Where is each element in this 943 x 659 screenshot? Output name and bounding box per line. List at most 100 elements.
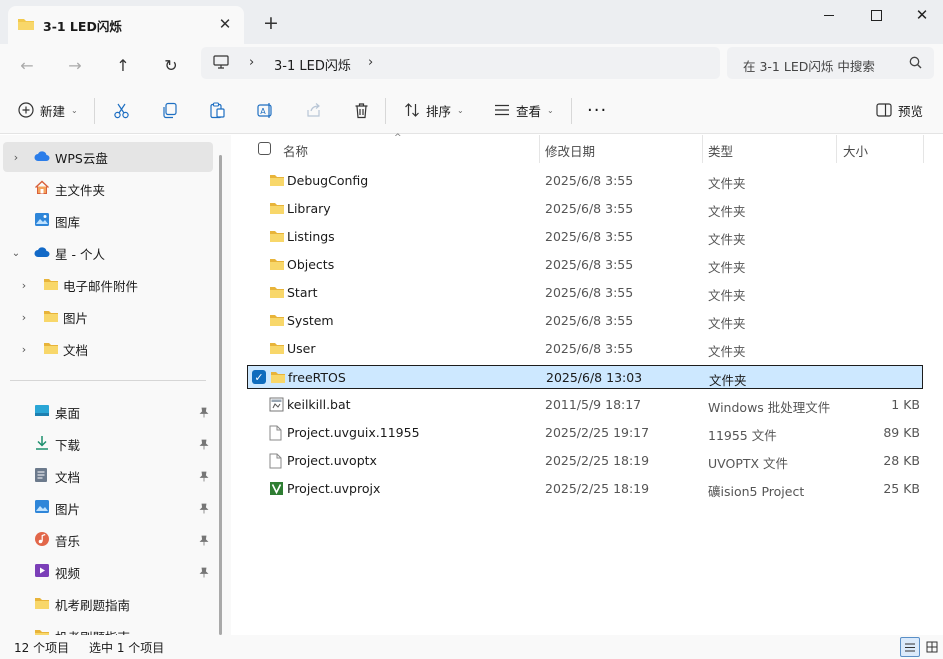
column-divider[interactable] xyxy=(923,135,924,163)
file-date: 2025/6/8 3:55 xyxy=(545,313,634,328)
column-divider[interactable] xyxy=(702,135,703,163)
search-input[interactable]: 在 3-1 LED闪烁 中搜索 xyxy=(727,47,934,79)
address-bar[interactable]: › 3-1 LED闪烁 › xyxy=(201,47,720,79)
folder-icon xyxy=(270,370,286,387)
chevron-right-icon[interactable]: › xyxy=(18,343,30,356)
pin-icon[interactable] xyxy=(199,438,209,453)
pin-icon[interactable] xyxy=(199,406,209,421)
sidebar-item-desktop[interactable]: 桌面 xyxy=(3,397,213,427)
refresh-button[interactable]: ↻ xyxy=(156,50,186,80)
pin-icon[interactable] xyxy=(199,566,209,581)
preview-pane-button[interactable]: 预览 xyxy=(876,96,923,124)
selection-count: 选中 1 个项目 xyxy=(89,641,165,655)
new-tab-button[interactable]: + xyxy=(259,11,283,35)
file-name: System xyxy=(287,313,334,328)
table-row[interactable]: DebugConfig 2025/6/8 3:55 文件夹 xyxy=(247,169,923,193)
cut-button[interactable] xyxy=(113,96,130,124)
table-row[interactable]: Project.uvoptx 2025/2/25 18:19 UVOPTX 文件 28… xyxy=(247,449,923,473)
delete-button[interactable] xyxy=(353,96,370,124)
sidebar-divider xyxy=(10,380,206,381)
view-button[interactable]: 查看 ⌄ xyxy=(494,96,554,124)
breadcrumb-item[interactable]: 3-1 LED闪烁 xyxy=(274,55,351,74)
new-button[interactable]: 新建 ⌄ xyxy=(18,96,78,124)
table-row[interactable]: System 2025/6/8 3:55 文件夹 xyxy=(247,309,923,333)
delete-icon xyxy=(355,102,368,118)
sidebar-item-pictures-folder[interactable]: › 图片 xyxy=(3,302,213,332)
table-row[interactable]: User 2025/6/8 3:55 文件夹 xyxy=(247,337,923,361)
sidebar-item-home[interactable]: 主文件夹 xyxy=(3,174,213,204)
keil-project-icon xyxy=(269,481,284,499)
table-row[interactable]: ✓ freeRTOS 2025/6/8 13:03 文件夹 xyxy=(247,365,923,389)
folder-icon xyxy=(43,309,59,326)
paste-button[interactable] xyxy=(209,96,226,124)
column-divider[interactable] xyxy=(539,135,540,163)
file-date: 2025/6/8 3:55 xyxy=(545,229,634,244)
rename-button[interactable]: A xyxy=(257,96,274,124)
table-row[interactable]: Project.uvprojx 2025/2/25 18:19 礦ision5 Pr… xyxy=(247,477,923,501)
file-size: 89 KB xyxy=(883,425,920,440)
chevron-down-icon: ⌄ xyxy=(547,105,554,115)
sidebar-item-onedrive-personal[interactable]: ⌄ 星 - 个人 xyxy=(3,238,213,268)
chevron-right-icon[interactable]: › xyxy=(18,279,30,292)
sort-button[interactable]: 排序 ⌄ xyxy=(404,96,464,124)
file-size: 28 KB xyxy=(883,453,920,468)
details-view-button[interactable] xyxy=(900,637,920,657)
table-row[interactable]: Listings 2025/6/8 3:55 文件夹 xyxy=(247,225,923,249)
pin-icon[interactable] xyxy=(199,534,209,549)
sidebar-item-exam-guide-2[interactable]: 机考刷题指南 xyxy=(3,621,213,635)
column-size[interactable]: 大小 xyxy=(843,141,868,160)
view-label: 查看 xyxy=(516,103,542,119)
column-type[interactable]: 类型 xyxy=(708,141,733,160)
tab-current-folder[interactable]: 3-1 LED闪烁 ✕ xyxy=(8,6,244,44)
table-row[interactable]: Start 2025/6/8 3:55 文件夹 xyxy=(247,281,923,305)
file-type: 文件夹 xyxy=(708,204,746,219)
table-row[interactable]: Objects 2025/6/8 3:55 文件夹 xyxy=(247,253,923,277)
share-button[interactable] xyxy=(305,96,322,124)
sidebar-item-documents-folder[interactable]: › 文档 xyxy=(3,334,213,364)
sidebar-item-wps-cloud[interactable]: › WPS云盘 xyxy=(3,142,213,172)
file-name: DebugConfig xyxy=(287,173,369,188)
sidebar-item-music[interactable]: 音乐 xyxy=(3,525,213,555)
close-window-button[interactable]: ✕ xyxy=(899,0,943,30)
up-button[interactable]: ↑ xyxy=(108,50,138,80)
minimize-button[interactable] xyxy=(806,0,852,30)
column-divider[interactable] xyxy=(836,135,837,163)
chevron-right-icon[interactable]: › xyxy=(10,151,22,164)
file-name: Start xyxy=(287,285,318,300)
more-button[interactable]: ··· xyxy=(587,96,607,124)
column-date[interactable]: 修改日期 xyxy=(545,141,595,160)
sidebar-item-downloads[interactable]: 下载 xyxy=(3,429,213,459)
file-date: 2025/6/8 3:55 xyxy=(545,173,634,188)
preview-pane-icon xyxy=(876,103,892,117)
chevron-right-icon[interactable]: › xyxy=(18,311,30,324)
pin-icon[interactable] xyxy=(199,502,209,517)
forward-button[interactable]: → xyxy=(60,50,90,80)
table-row[interactable]: Library 2025/6/8 3:55 文件夹 xyxy=(247,197,923,221)
maximize-button[interactable] xyxy=(853,0,899,30)
back-button[interactable]: ← xyxy=(12,50,42,80)
svg-text:A: A xyxy=(260,107,266,116)
sidebar-item-videos[interactable]: 视频 xyxy=(3,557,213,587)
table-row[interactable]: keilkill.bat 2011/5/9 18:17 Windows 批处理文件 1… xyxy=(247,393,923,417)
sidebar-item-label: 音乐 xyxy=(55,533,81,549)
select-all-checkbox[interactable] xyxy=(258,142,271,155)
sidebar-item-exam-guide[interactable]: 机考刷题指南 xyxy=(3,589,213,619)
folder-icon xyxy=(269,201,285,218)
row-checkbox[interactable]: ✓ xyxy=(252,370,266,384)
sort-ascending-icon: ^ xyxy=(394,133,402,143)
table-row[interactable]: Project.uvguix.11955 2025/2/25 19:17 11955… xyxy=(247,421,923,445)
sidebar-item-email-attachments[interactable]: › 电子邮件附件 xyxy=(3,270,213,300)
chevron-down-icon: ⌄ xyxy=(71,105,78,115)
tiles-view-button[interactable] xyxy=(922,637,942,657)
sidebar-item-documents[interactable]: 文档 xyxy=(3,461,213,491)
sidebar-scrollbar[interactable] xyxy=(219,155,222,635)
column-name[interactable]: 名称 xyxy=(283,141,308,160)
sidebar-item-gallery[interactable]: 图库 xyxy=(3,206,213,236)
chevron-right-icon[interactable]: › xyxy=(368,55,373,70)
copy-button[interactable] xyxy=(161,96,178,124)
pin-icon[interactable] xyxy=(199,470,209,485)
tab-close-icon[interactable]: ✕ xyxy=(214,13,236,35)
plus-icon: + xyxy=(263,12,279,34)
sidebar-item-pictures[interactable]: 图片 xyxy=(3,493,213,523)
chevron-down-icon[interactable]: ⌄ xyxy=(10,248,22,259)
